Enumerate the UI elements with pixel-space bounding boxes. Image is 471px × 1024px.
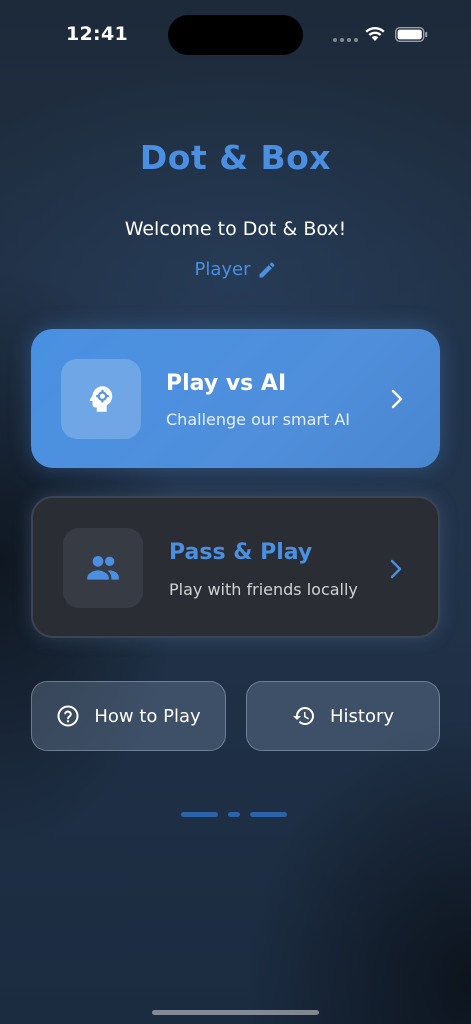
- help-circle-icon: [57, 705, 79, 727]
- player-name-edit[interactable]: Player: [0, 259, 471, 280]
- play-vs-ai-title: Play vs AI: [166, 371, 287, 396]
- indicator-dash: [250, 812, 287, 817]
- play-vs-ai-card[interactable]: Play vs AI Challenge our smart AI: [31, 329, 440, 468]
- ai-icon-box: [61, 359, 141, 439]
- pass-icon-box: [63, 528, 143, 608]
- brain-head-icon: [89, 386, 113, 412]
- page-indicator: [181, 812, 287, 817]
- pass-and-play-card[interactable]: Pass & Play Play with friends locally: [31, 496, 440, 638]
- status-bar: 12:41: [0, 0, 471, 70]
- chevron-right-icon: [390, 559, 402, 579]
- signal-dots-icon: [333, 38, 358, 42]
- people-icon: [87, 556, 119, 580]
- history-icon: [292, 707, 314, 725]
- pencil-icon: [259, 261, 275, 277]
- history-button[interactable]: History: [246, 681, 440, 751]
- indicator-dash: [228, 812, 240, 817]
- pass-and-play-title: Pass & Play: [169, 540, 313, 565]
- player-name: Player: [194, 259, 251, 280]
- how-to-play-button[interactable]: How to Play: [31, 681, 226, 751]
- app-title: Dot & Box: [139, 138, 332, 177]
- indicator-dash: [181, 812, 218, 817]
- dynamic-island: [168, 15, 303, 55]
- home-indicator[interactable]: [152, 1010, 319, 1015]
- welcome-text: Welcome to Dot & Box!: [124, 218, 347, 240]
- play-vs-ai-subtitle: Challenge our smart AI: [166, 410, 350, 429]
- pass-and-play-subtitle: Play with friends locally: [169, 580, 358, 599]
- wifi-icon: [365, 27, 385, 41]
- history-label: History: [329, 705, 395, 727]
- status-time: 12:41: [66, 23, 128, 45]
- how-to-play-label: How to Play: [94, 705, 201, 727]
- battery-icon: [395, 27, 428, 42]
- chevron-right-icon: [391, 389, 403, 409]
